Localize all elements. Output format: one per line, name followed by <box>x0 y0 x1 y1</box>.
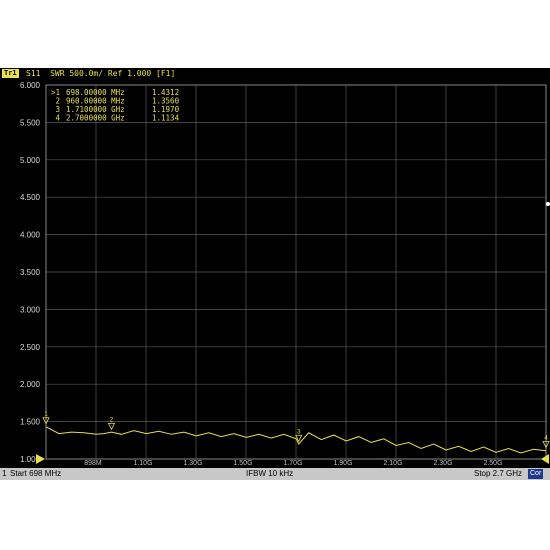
marker-triangle <box>107 422 116 431</box>
x-tick-label: 2.30G <box>433 460 452 467</box>
y-tick-label: 3.000 <box>20 305 41 314</box>
marker-number: 3 <box>297 429 301 435</box>
y-tick-label: 4.500 <box>20 193 41 202</box>
reference-level-arrow-left <box>36 454 45 464</box>
x-tick-label: 1.10G <box>133 460 152 467</box>
y-tick-label: 3.500 <box>20 268 41 277</box>
y-tick-label: 2.000 <box>20 380 41 389</box>
x-tick-label: 898M <box>84 460 102 467</box>
x-tick-label: 2.50G <box>483 460 502 467</box>
status-bar: 1 Start 698 MHz IFBW 10 kHz Stop 2.7 GHz… <box>0 468 550 480</box>
x-tick-label: 1.50G <box>233 460 252 467</box>
y-axis-ticks: 6.000 5.500 5.000 4.500 4.000 3.500 3.000 2.500… <box>20 81 41 464</box>
marker-frequency: 2.7000000 GHz <box>66 114 125 123</box>
grid <box>45 84 547 460</box>
marker-value: 1.1134 <box>152 114 180 123</box>
marker-row: 4 2.7000000 GHz 1.1134 <box>55 114 179 123</box>
start-frequency[interactable]: Start 698 MHz <box>10 468 61 480</box>
x-tick-label: 2.10G <box>383 460 402 467</box>
ifbw[interactable]: IFBW 10 kHz <box>246 468 293 480</box>
correction-badge[interactable]: Cor <box>528 469 544 479</box>
plot-area: 6.000 5.500 5.000 4.500 4.000 3.500 3.000 2.500… <box>20 81 550 467</box>
y-tick-label: 2.500 <box>20 343 41 352</box>
y-tick-label: 5.000 <box>20 156 41 165</box>
x-axis-ticks: 898M 1.10G 1.30G 1.50G 1.70G 1.90G 2.10G 2.30G 2… <box>84 460 502 467</box>
x-tick-label: 1.30G <box>183 460 202 467</box>
y-tick-label: 4.000 <box>20 231 41 240</box>
channel-number[interactable]: 1 <box>2 468 6 480</box>
marker-number: 2 <box>110 417 114 423</box>
marker-index: 4 <box>55 114 60 123</box>
stop-frequency[interactable]: Stop 2.7 GHz <box>474 468 522 480</box>
marker-number: 4 <box>544 436 548 442</box>
cursor-dot <box>546 202 550 206</box>
y-tick-label: 5.500 <box>20 118 41 127</box>
y-tick-label: 6.000 <box>20 81 41 90</box>
x-tick-label: 1.90G <box>333 460 352 467</box>
analyzer-screen: Tr1 S11 SWR 500.0m/ Ref 1.000 [F1] 6.000… <box>0 68 550 480</box>
marker-table: >1 698.00000 MHz 1.43122 960.00000 MHz 1.356… <box>51 88 180 123</box>
reference-level-arrow-right <box>541 454 549 464</box>
x-tick-label: 1.70G <box>283 460 302 467</box>
marker-number: 1 <box>44 412 48 418</box>
y-tick-label: 1.500 <box>20 418 41 427</box>
marker-2: 2 <box>107 417 116 431</box>
